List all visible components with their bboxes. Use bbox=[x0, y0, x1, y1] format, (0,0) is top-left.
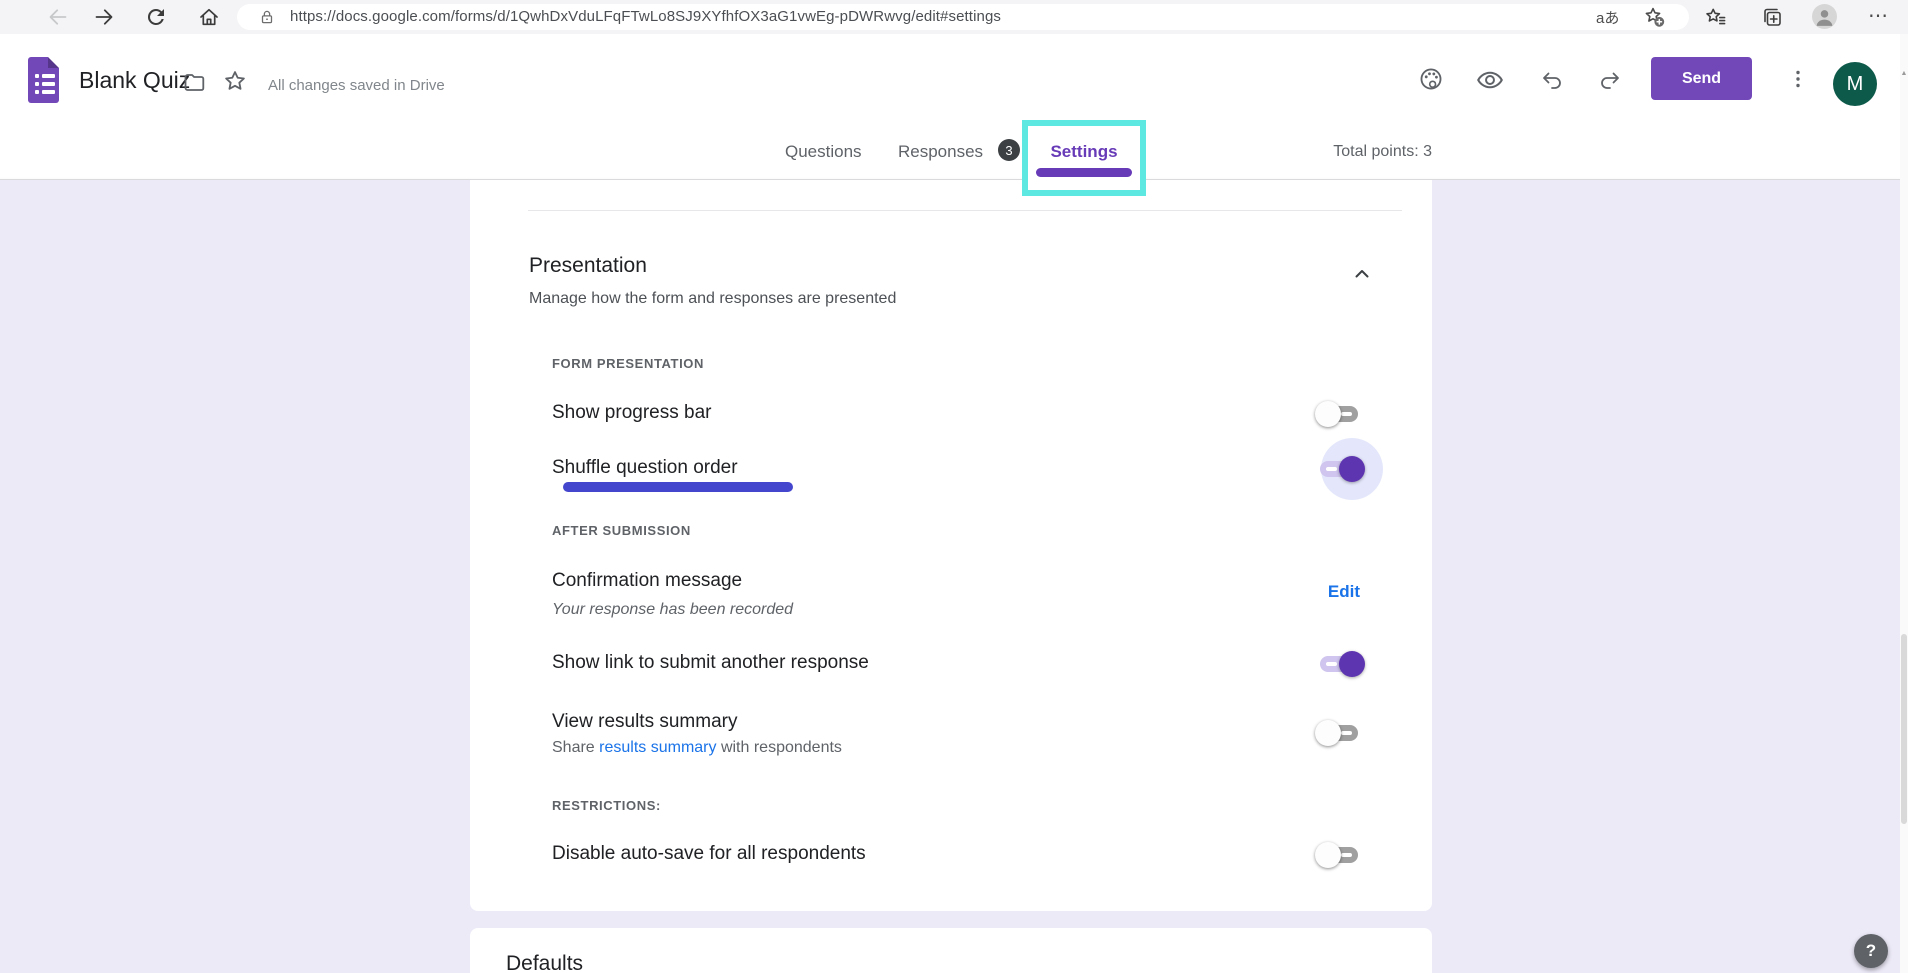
tab-settings[interactable]: Settings bbox=[1050, 142, 1117, 162]
tab-questions[interactable]: Questions bbox=[785, 142, 862, 162]
refresh-icon[interactable] bbox=[144, 5, 168, 29]
view-results-summary-description: Share results summary with respondents bbox=[552, 739, 842, 757]
move-folder-icon[interactable] bbox=[182, 70, 206, 94]
preview-eye-icon[interactable] bbox=[1476, 66, 1500, 90]
tab-responses[interactable]: Responses bbox=[898, 142, 983, 162]
document-title[interactable]: Blank Quiz bbox=[79, 67, 190, 94]
active-tab-underline bbox=[1036, 168, 1132, 177]
responses-count-badge: 3 bbox=[998, 139, 1020, 161]
forward-icon[interactable] bbox=[92, 5, 116, 29]
account-avatar[interactable]: M bbox=[1833, 62, 1877, 106]
page-fold bbox=[48, 57, 59, 68]
shuffle-underline-annotation bbox=[563, 482, 793, 492]
show-progress-bar-toggle[interactable] bbox=[1315, 400, 1363, 428]
collapse-chevron-up-icon[interactable] bbox=[1350, 262, 1374, 286]
url-text[interactable]: https://docs.google.com/forms/d/1QwhDxVd… bbox=[290, 8, 1001, 25]
after-submission-header: AFTER SUBMISSION bbox=[552, 523, 691, 538]
translate-icon[interactable]: aあ bbox=[1596, 7, 1619, 28]
google-forms-logo[interactable] bbox=[28, 57, 59, 103]
view-results-summary-label: View results summary bbox=[552, 711, 737, 733]
collections-icon[interactable] bbox=[1760, 5, 1784, 29]
confirmation-message-value: Your response has been recorded bbox=[552, 601, 793, 619]
defaults-title: Defaults bbox=[506, 952, 583, 973]
total-points: Total points: 3 bbox=[1333, 143, 1432, 161]
show-link-label: Show link to submit another response bbox=[552, 652, 869, 674]
scrollbar-thumb[interactable] bbox=[1901, 634, 1907, 824]
theme-palette-icon[interactable] bbox=[1418, 66, 1442, 90]
forms-header: Blank Quiz All changes saved in Drive Se… bbox=[0, 34, 1908, 180]
scrollbar-track[interactable]: ▲ bbox=[1900, 34, 1908, 973]
back-icon[interactable] bbox=[46, 5, 70, 29]
padlock-icon bbox=[258, 8, 276, 26]
save-status: All changes saved in Drive bbox=[268, 77, 445, 94]
star-icon[interactable] bbox=[222, 68, 246, 92]
home-icon[interactable] bbox=[197, 5, 221, 29]
confirmation-message-label: Confirmation message bbox=[552, 570, 742, 592]
defaults-card: Defaults bbox=[470, 928, 1432, 973]
presentation-subtitle: Manage how the form and responses are pr… bbox=[529, 290, 896, 308]
settings-page: Presentation Manage how the form and res… bbox=[0, 180, 1908, 973]
shuffle-question-order-label: Shuffle question order bbox=[552, 457, 738, 479]
card-top-divider bbox=[528, 210, 1402, 211]
view-results-summary-toggle[interactable] bbox=[1315, 719, 1363, 747]
add-favorite-icon[interactable] bbox=[1642, 5, 1666, 29]
form-presentation-header: FORM PRESENTATION bbox=[552, 356, 704, 371]
show-link-toggle[interactable] bbox=[1315, 650, 1363, 678]
undo-icon[interactable] bbox=[1540, 68, 1564, 92]
disable-autosave-toggle[interactable] bbox=[1315, 841, 1363, 869]
browser-menu-icon[interactable]: ⋯ bbox=[1868, 3, 1889, 28]
share-suffix: with respondents bbox=[717, 739, 842, 756]
show-progress-bar-label: Show progress bar bbox=[552, 402, 711, 424]
restrictions-header: RESTRICTIONS: bbox=[552, 798, 661, 813]
shuffle-question-order-toggle[interactable] bbox=[1315, 455, 1363, 483]
share-prefix: Share bbox=[552, 739, 599, 756]
browser-profile-icon[interactable] bbox=[1812, 4, 1837, 29]
send-button[interactable]: Send bbox=[1651, 57, 1752, 100]
settings-tab-highlight-annotation: Settings bbox=[1022, 120, 1146, 196]
scrollbar-up-arrow[interactable]: ▲ bbox=[1900, 70, 1908, 77]
help-button[interactable]: ? bbox=[1854, 934, 1888, 968]
favorites-icon[interactable] bbox=[1704, 5, 1728, 29]
disable-autosave-label: Disable auto-save for all respondents bbox=[552, 843, 866, 865]
results-summary-link[interactable]: results summary bbox=[599, 739, 716, 756]
redo-icon[interactable] bbox=[1598, 68, 1622, 92]
presentation-title: Presentation bbox=[529, 254, 647, 278]
edit-confirmation-button[interactable]: Edit bbox=[1328, 582, 1360, 602]
presentation-card: Presentation Manage how the form and res… bbox=[470, 180, 1432, 911]
browser-toolbar: https://docs.google.com/forms/d/1QwhDxVd… bbox=[0, 0, 1908, 34]
more-options-kebab-icon[interactable] bbox=[1786, 67, 1810, 91]
